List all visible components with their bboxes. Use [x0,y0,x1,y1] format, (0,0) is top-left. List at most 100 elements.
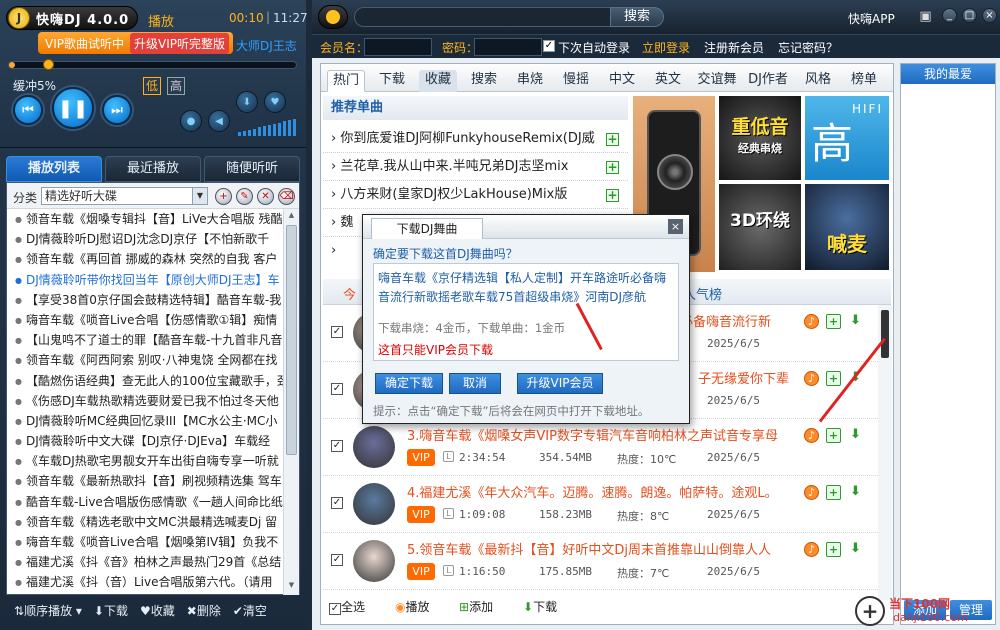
play-icon[interactable]: ♪ [804,428,819,443]
favorites-title[interactable]: 我的最爱 [901,64,995,84]
tab-6[interactable]: 中文 [603,70,641,92]
next-button[interactable]: ⏭ [102,95,132,125]
delete-button[interactable]: ✖删除 [187,602,221,619]
table-row[interactable]: ✓ 4.福建尤溪《年大众汽车。迈腾。速腾。朗逸。帕萨特。途观L。 VIP L 1:09:… [323,477,878,533]
tab-random[interactable]: 随便听听 [204,156,300,182]
upgrade-vip-button[interactable]: 升级VIP会员 [517,373,603,394]
playlist-item[interactable]: 嗨音车载《唢音Live合唱【烟嗓第IV辑】负我不 [7,532,283,552]
register-link[interactable]: 注册新会员 [704,39,764,56]
download-list-button[interactable]: ⬇下载 [94,602,128,619]
play-icon[interactable]: ♪ [804,371,819,386]
tab-11[interactable]: 榜单 [845,70,883,92]
banner-3d-surround[interactable]: 3D环绕 [719,184,801,270]
category-select[interactable]: 精选好听大碟 ▼ [41,187,208,205]
previous-button[interactable]: ⏮ [13,95,43,125]
banner-heavy-bass[interactable]: 重低音 经典串烧 [719,96,801,180]
track-checkbox[interactable]: ✓ [331,383,343,395]
download-selected-button[interactable]: ⬇下载 [523,598,557,615]
restore-button[interactable]: □ [962,8,977,23]
clear-button[interactable]: ✔清空 [233,602,267,619]
playlist-item[interactable]: 福建尤溪《抖（音）Live合唱版第六代。（请用 [7,572,283,592]
forgot-password-link[interactable]: 忘记密码？ [778,39,838,56]
playlist-item[interactable]: 【享受38首0京仔国会鼓精选特辑】酷音车载-我 [7,290,283,310]
track-title[interactable]: 5.领音车载《最新抖【音】好听中文Dj周末首推靠山山倒靠人人 [407,539,807,558]
play-order-button[interactable]: ⇅顺序播放 ▾ [14,602,82,619]
playlist-item[interactable]: 领音车载《精选老歌中文MC洪最精选喊麦Dj 留 [7,512,283,532]
tab-3[interactable]: 搜索 [465,70,503,92]
clear-list-icon[interactable]: ⌫ [278,188,295,205]
record-icon[interactable]: ● [180,110,202,132]
scrollbar-thumb[interactable] [881,310,889,358]
tab-2[interactable]: 收藏 [419,70,457,92]
playlist-item[interactable]: 《车载DJ热歌宅男靓女开车出街自嗨专享一听就 [7,451,283,471]
track-title[interactable]: 3.嗨音车载《烟嗓女声VIP数字专辑汽车音响柏林之声试音专享母 [407,425,807,444]
track-checkbox[interactable]: ✓ [331,554,343,566]
search-button[interactable]: 搜索 [610,7,664,27]
confirm-download-button[interactable]: 确定下载 [375,373,443,394]
play-icon[interactable]: ♪ [804,314,819,329]
playlist-item[interactable]: 福建尤溪《抖《音》柏林之声最热门29首《总结 [7,552,283,572]
add-icon[interactable]: + [826,314,841,329]
favorite-icon[interactable]: ♥ [264,91,286,113]
auto-login-checkbox[interactable]: ✓ [543,40,555,52]
recommend-item[interactable]: › 你到底爱谁DJ阿柳FunkyhouseRemix(DJ威 [323,125,628,153]
password-input[interactable] [474,38,542,56]
tab-playlist[interactable]: 播放列表 [6,156,102,182]
add-icon[interactable]: + [606,161,619,174]
add-icon[interactable]: + [606,133,619,146]
playlist-item[interactable]: 领音车载《最新热歌抖【音】刷视频精选集 驾车 [7,471,283,491]
playlist-scrollbar[interactable]: ▲ ▼ [283,209,299,595]
cancel-button[interactable]: 取消 [449,373,501,394]
download-icon[interactable]: ⬇ [848,314,863,329]
playlist-item[interactable]: 酷音车载-Live合唱版伤感情歌《一趟人间命比纸 [7,492,283,512]
playlist-item[interactable]: DJ情薇聆听中文大碟【DJ京仔·DJEva】车载经 [7,431,283,451]
track-title[interactable]: 4.福建尤溪《年大众汽车。迈腾。速腾。朗逸。帕萨特。途观L。 [407,482,807,501]
edit-list-icon[interactable]: ✎ [236,188,253,205]
volume-slider[interactable] [238,119,296,137]
tab-5[interactable]: 慢摇 [557,70,595,92]
add-list-icon[interactable]: + [215,188,232,205]
play-icon[interactable]: ♪ [804,542,819,557]
login-button[interactable]: 立即登录 [642,39,690,56]
table-row[interactable]: ✓ 3.嗨音车载《烟嗓女声VIP数字专辑汽车音响柏林之声试音专享母 VIP L 2:34… [323,420,878,476]
add-icon[interactable]: + [826,542,841,557]
quality-low-button[interactable]: 低 [143,77,161,95]
download-icon[interactable]: ⬇ [848,542,863,557]
search-icon[interactable] [318,5,348,29]
add-icon[interactable]: + [826,428,841,443]
track-checkbox[interactable]: ✓ [331,497,343,509]
track-title[interactable]: 子无缘爱你下辈 [698,368,818,387]
tab-7[interactable]: 英文 [649,70,687,92]
pause-button[interactable]: ❚❚ [52,87,94,129]
add-selected-button[interactable]: ⊞添加 [459,598,493,615]
play-icon[interactable]: ♪ [804,485,819,500]
download-icon[interactable]: ⬇ [236,91,258,113]
playlist-item[interactable]: DJ情薇聆听MC经典回忆录III【MC水公主·MC小 [7,411,283,431]
tab-today[interactable]: 今 [343,284,356,303]
scroll-down-icon[interactable]: ▼ [286,581,297,593]
tab-0[interactable]: 热门 [327,70,365,92]
tab-1[interactable]: 下载 [373,70,411,92]
playlist-item[interactable]: 【酷燃伤语经典】查无此人的100位宝藏歌手，劲 [7,371,283,391]
android-icon[interactable]: ▣ [918,9,933,24]
quality-high-button[interactable]: 高 [167,77,185,95]
download-icon[interactable]: ⬇ [848,428,863,443]
playlist-item[interactable]: DJ情薇聆听DJ慰诏DJ沈念DJ京仔【不怕新歌千 [7,229,283,249]
tab-4[interactable]: 串烧 [511,70,549,92]
mute-icon[interactable]: ◀ [208,110,230,132]
playlist-item[interactable]: 嗨音车载《唢音Live合唱【伤感情歌①辑】痴情 [7,310,283,330]
play-selected-button[interactable]: ◉播放 [395,598,430,615]
progress-bar[interactable] [8,59,297,70]
tab-10[interactable]: 风格 [799,70,837,92]
app-download-label[interactable]: 快嗨APP [848,10,895,27]
search-input[interactable] [354,7,622,27]
dialog-close-button[interactable]: × [668,219,683,234]
add-icon[interactable]: + [826,485,841,500]
track-checkbox[interactable]: ✓ [331,440,343,452]
scroll-up-icon[interactable]: ▲ [286,211,297,223]
collect-button[interactable]: ♥收藏 [140,602,175,619]
vip-upgrade-button[interactable]: 升级VIP听完整版 [130,32,229,54]
apple-icon[interactable] [898,9,913,24]
select-all-checkbox[interactable]: ✓ 全选 [329,598,365,615]
recommend-item[interactable]: › 兰花草.我从山中来.半吨兄弟DJ志坚mix [323,153,628,181]
